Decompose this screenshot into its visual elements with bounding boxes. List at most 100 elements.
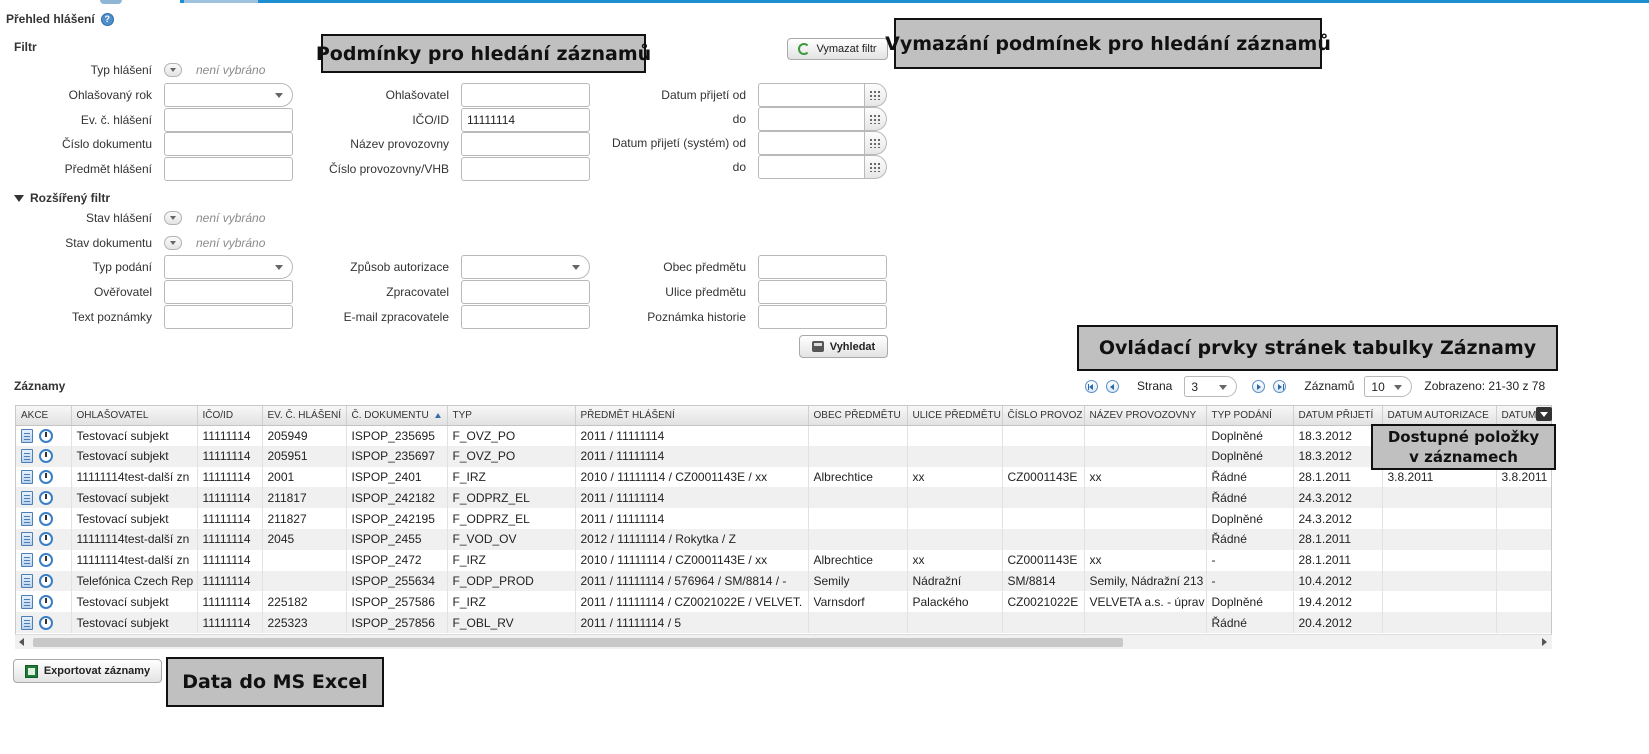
first-page-icon[interactable] [1085,379,1098,393]
document-icon[interactable] [21,490,33,505]
table-cell: SM/8814 [1002,570,1085,592]
last-page-icon[interactable] [1273,379,1287,393]
row-actions-wrap [21,532,66,547]
document-icon[interactable] [21,469,33,484]
export-button[interactable]: Exportovat záznamy [13,659,162,683]
table-row[interactable]: Telefónica Czech Rep 11111114 ISPOP_255634… [16,570,1551,592]
table-row[interactable]: Testovací subjekt 11111114 211817 ISPOP_242… [16,487,1551,509]
overovatel-input[interactable] [164,280,293,304]
stav-hlaseni-dropdown[interactable] [164,211,182,225]
table-row[interactable]: Testovací subjekt 11111114 211827 ISPOP_242… [16,508,1551,529]
datum-prijeti-do-input[interactable] [758,107,865,131]
calendar-icon[interactable] [864,131,887,155]
extended-filter-toggle[interactable]: Rozšířený filtr [14,191,110,205]
history-clock-icon[interactable] [39,428,53,443]
table-row[interactable]: Testovací subjekt 11111114 205949 ISPOP_235… [16,425,1551,446]
document-icon[interactable] [21,449,33,464]
column-header[interactable]: ULICE PŘEDMĚTU [907,406,1003,426]
zpusob-autorizace-select[interactable] [461,255,590,279]
table-row[interactable]: Testovací subjekt 11111114 225182 ISPOP_257… [16,591,1551,613]
scroll-left-icon[interactable] [19,638,24,646]
page-select[interactable]: 3 [1184,375,1238,397]
scrollbar-thumb[interactable] [33,638,1123,647]
datum-prijeti-do-field[interactable] [758,107,887,131]
cislo-dokumentu-input[interactable] [164,132,293,156]
column-header[interactable]: NÁZEV PROVOZOVNY [1084,406,1207,426]
records-count-select[interactable]: 10 [1364,375,1413,397]
calendar-icon[interactable] [864,155,887,179]
stav-dokumentu-dropdown[interactable] [164,236,182,250]
obec-predmetu-input[interactable] [758,255,887,279]
document-icon[interactable] [21,553,33,568]
history-clock-icon[interactable] [39,594,53,609]
document-icon[interactable] [21,615,33,630]
datum-prijeti-system-do-field[interactable] [758,155,887,179]
column-header[interactable]: DATUM PŘIJETÍ [1293,406,1383,426]
datum-prijeti-system-od-field[interactable] [758,131,887,155]
calendar-icon[interactable] [864,83,887,107]
table-row[interactable]: 11111114test-další zn 11111114 2045 ISPOP_2… [16,528,1551,550]
typ-podani-select[interactable] [164,255,293,279]
table-row[interactable]: 11111114test-další zn 11111114 ISPOP_2472 F… [16,549,1551,571]
calendar-icon[interactable] [864,107,887,131]
column-header-sorted[interactable]: Č. DOKUMENTU [346,406,448,426]
scroll-right-icon[interactable] [1542,638,1547,646]
ico-id-input[interactable] [461,108,590,132]
history-clock-icon[interactable] [39,573,53,588]
poznamka-historie-input[interactable] [758,305,887,329]
ulice-predmetu-input[interactable] [758,280,887,304]
document-icon[interactable] [21,511,33,526]
history-clock-icon[interactable] [39,469,53,484]
column-header[interactable]: PŘEDMĚT HLÁŠENÍ [575,406,809,426]
label-datum-prijeti-od: Datum přijetí od [661,88,746,102]
column-header[interactable]: DATUM AUTORIZACE [1382,406,1497,426]
document-icon[interactable] [21,594,33,609]
column-header[interactable]: OBEC PŘEDMĚTU [808,406,908,426]
chevron-down-icon [1394,384,1403,390]
history-clock-icon[interactable] [39,615,53,630]
table-cell: Varnsdorf [808,591,908,613]
table-row[interactable]: Testovací subjekt 11111114 225323 ISPOP_257… [16,612,1551,633]
clear-filter-button[interactable]: Vymazat filtr [787,38,888,60]
table-cell: VELVETA a.s. - úprav [1084,591,1207,613]
email-zpracovatele-input[interactable] [461,305,590,329]
search-button[interactable]: Vyhledat [799,335,888,358]
ohlasovany-rok-select[interactable] [164,83,293,107]
next-page-icon[interactable] [1252,379,1266,393]
history-clock-icon[interactable] [39,553,53,568]
ohlasovatel-input[interactable] [461,83,590,107]
document-icon[interactable] [21,532,33,547]
table-row[interactable]: 11111114test-další zn 11111114 2001 ISPOP_2… [16,466,1551,488]
text-poznamky-input[interactable] [164,305,293,329]
page-value: 3 [1191,379,1199,394]
column-header[interactable]: ČÍSLO PROVOZ [1002,406,1085,426]
predmet-hlaseni-input[interactable] [164,157,293,181]
column-header[interactable]: OHLAŠOVATEL [71,406,198,426]
ev-c-hlaseni-input[interactable] [164,108,293,132]
document-icon[interactable] [21,428,33,443]
column-header[interactable]: EV. Č. HLÁŠENÍ [262,406,347,426]
table-row[interactable]: Testovací subjekt 11111114 205951 ISPOP_235… [16,445,1551,467]
column-header[interactable]: AKCE [16,406,72,426]
typ-hlaseni-dropdown[interactable] [164,63,182,77]
column-menu-icon[interactable] [1536,407,1552,421]
cislo-provozovny-input[interactable] [461,157,590,181]
column-header[interactable]: IČO/ID [197,406,263,426]
horizontal-scrollbar[interactable] [15,634,1552,649]
help-icon[interactable]: ? [100,12,114,26]
history-clock-icon[interactable] [39,449,53,464]
datum-prijeti-system-do-input[interactable] [758,155,865,179]
history-clock-icon[interactable] [39,490,53,505]
datum-prijeti-od-input[interactable] [758,83,865,107]
history-clock-icon[interactable] [39,511,53,526]
zpracovatel-input[interactable] [461,280,590,304]
column-header[interactable]: TYP PODÁNÍ [1206,406,1294,426]
document-icon[interactable] [21,573,33,588]
history-clock-icon[interactable] [39,532,53,547]
nazev-provozovny-input[interactable] [461,132,590,156]
datum-prijeti-system-od-input[interactable] [758,131,865,155]
datum-prijeti-od-field[interactable] [758,83,887,107]
prev-page-icon[interactable] [1106,379,1119,393]
table-cell [907,487,1003,509]
column-header[interactable]: TYP [447,406,576,426]
